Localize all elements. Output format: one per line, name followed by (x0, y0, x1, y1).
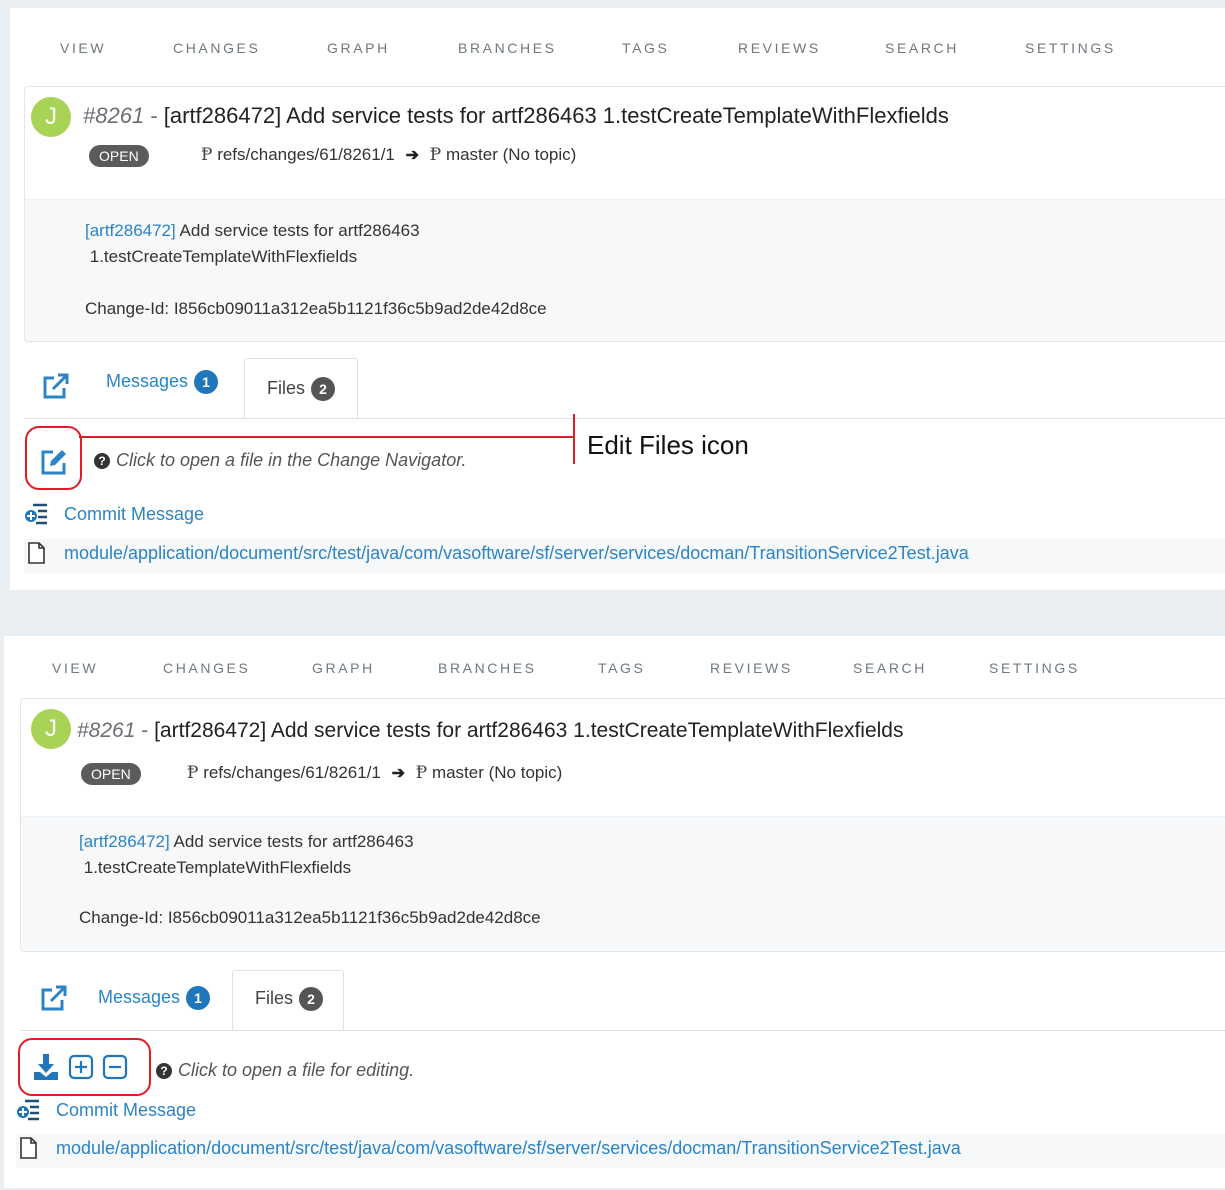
nav-graph[interactable]: GRAPH (312, 660, 375, 676)
branch-icon: Ᵽ (415, 763, 428, 783)
list-item[interactable]: module/application/document/src/test/jav… (16, 1134, 1225, 1168)
target-ref[interactable]: master (No topic) (432, 763, 562, 782)
commit-text: [artf286472] Add service tests for artf2… (79, 829, 541, 931)
external-link-icon[interactable] (38, 370, 72, 404)
nav-tags[interactable]: TAGS (622, 40, 669, 56)
messages-count-badge: 1 (186, 986, 211, 1010)
commit-message-icon (17, 1099, 39, 1121)
top-nav: VIEW CHANGES GRAPH BRANCHES TAGS REVIEWS… (10, 8, 1225, 80)
arrow-right-icon: ➔ (391, 765, 406, 782)
file-icon (20, 1137, 37, 1159)
file-link[interactable]: module/application/document/src/test/jav… (64, 543, 969, 564)
source-ref[interactable]: refs/changes/61/8261/1 (217, 145, 395, 164)
files-hint-text: Click to open a file in the Change Navig… (116, 450, 467, 470)
files-count-badge: 2 (299, 987, 324, 1011)
status-badge: OPEN (81, 763, 141, 785)
nav-view[interactable]: VIEW (60, 40, 106, 56)
change-title: [artf286472] Add service tests for artf2… (154, 719, 904, 742)
commit-line2: 1.testCreateTemplateWithFlexfields (83, 858, 352, 877)
tab-files[interactable]: Files 2 (244, 358, 358, 418)
nav-reviews[interactable]: REVIEWS (710, 660, 793, 676)
files-hint-text: Click to open a file for editing. (178, 1060, 415, 1080)
change-card: J #8261 - [artf286472] Add service tests… (20, 698, 1225, 952)
nav-search[interactable]: SEARCH (853, 660, 927, 676)
files-count-badge: 2 (311, 377, 336, 401)
file-link[interactable]: module/application/document/src/test/jav… (56, 1138, 961, 1159)
files-hint: ? Click to open a file for editing. (156, 1060, 414, 1081)
ref-info: Ᵽ refs/changes/61/8261/1 ➔ Ᵽ master (No … (201, 145, 576, 165)
annotation-line (79, 436, 575, 438)
question-icon: ? (94, 453, 110, 469)
annotation-label: Edit Files icon (587, 430, 749, 460)
target-ref[interactable]: master (No topic) (446, 145, 576, 164)
avatar[interactable]: J (31, 709, 71, 749)
commit-message-link[interactable]: Commit Message (64, 504, 204, 525)
commit-message-icon (25, 503, 47, 525)
list-item[interactable]: Commit Message (16, 1096, 1225, 1130)
ref-info: Ᵽ refs/changes/61/8261/1 ➔ Ᵽ master (No … (187, 763, 562, 783)
branch-icon: Ᵽ (429, 145, 442, 165)
change-id: Change-Id: I856cb09011a312ea5b1121f36c5b… (85, 299, 547, 318)
messages-count-badge: 1 (194, 370, 219, 394)
status-badge: OPEN (89, 145, 149, 167)
change-title: [artf286472] Add service tests for artf2… (163, 103, 949, 128)
arrow-right-icon: ➔ (405, 147, 420, 164)
nav-reviews[interactable]: REVIEWS (738, 40, 821, 56)
list-item[interactable]: Commit Message (24, 500, 1225, 534)
nav-search[interactable]: SEARCH (885, 40, 959, 56)
nav-view[interactable]: VIEW (52, 660, 98, 676)
files-toolbar: ? Click to open a file for editing. (16, 1036, 1225, 1094)
toolbar-highlight (18, 1038, 151, 1096)
nav-changes[interactable]: CHANGES (163, 660, 250, 676)
commit-text: [artf286472] Add service tests for artf2… (85, 218, 547, 322)
change-number[interactable]: #8261 (77, 719, 135, 742)
edit-files-highlight (25, 426, 82, 490)
tab-files-label: Files (255, 987, 294, 1008)
commit-line2: 1.testCreateTemplateWithFlexfields (89, 247, 358, 266)
annotation-line-cap (573, 414, 575, 464)
change-title-line: #8261 - [artf286472] Add service tests f… (77, 719, 903, 743)
list-item[interactable]: module/application/document/src/test/jav… (24, 539, 1225, 573)
nav-branches[interactable]: BRANCHES (458, 40, 557, 56)
tab-files-label: Files (267, 377, 306, 398)
question-icon: ? (156, 1063, 172, 1079)
change-header: J #8261 - [artf286472] Add service tests… (21, 699, 1225, 811)
artifact-link[interactable]: [artf286472] (79, 832, 170, 851)
tab-messages[interactable]: Messages 1 (98, 986, 211, 1010)
external-link-icon[interactable] (36, 982, 70, 1016)
nav-changes[interactable]: CHANGES (173, 40, 260, 56)
commit-line1: Add service tests for artf286463 (169, 832, 414, 851)
tab-messages[interactable]: Messages 1 (106, 370, 219, 394)
change-panel-navigator: VIEW CHANGES GRAPH BRANCHES TAGS REVIEWS… (10, 8, 1225, 590)
branch-icon: Ᵽ (187, 763, 199, 783)
tab-messages-label: Messages (98, 986, 181, 1007)
files-hint: ? Click to open a file in the Change Navi… (94, 450, 467, 471)
branch-icon: Ᵽ (201, 145, 213, 165)
detail-tabs: Messages 1 Files 2 (24, 358, 1225, 419)
artifact-link[interactable]: [artf286472] (85, 221, 176, 240)
nav-branches[interactable]: BRANCHES (438, 660, 537, 676)
change-panel-editing: VIEW CHANGES GRAPH BRANCHES TAGS REVIEWS… (4, 636, 1225, 1188)
commit-message-body: [artf286472] Add service tests for artf2… (25, 199, 1225, 341)
change-id: Change-Id: I856cb09011a312ea5b1121f36c5b… (79, 908, 541, 927)
nav-settings[interactable]: SETTINGS (1025, 40, 1116, 56)
nav-settings[interactable]: SETTINGS (989, 660, 1080, 676)
tab-files[interactable]: Files 2 (232, 970, 344, 1030)
commit-message-link[interactable]: Commit Message (56, 1100, 196, 1121)
source-ref[interactable]: refs/changes/61/8261/1 (203, 763, 381, 782)
file-icon (28, 542, 45, 564)
change-title-line: #8261 - [artf286472] Add service tests f… (83, 103, 949, 129)
avatar[interactable]: J (31, 97, 71, 137)
change-header: J #8261 - [artf286472] Add service tests… (25, 87, 1225, 199)
commit-message-body: [artf286472] Add service tests for artf2… (21, 816, 1225, 951)
change-card: J #8261 - [artf286472] Add service tests… (24, 86, 1225, 342)
commit-line1: Add service tests for artf286463 (175, 221, 420, 240)
change-number[interactable]: #8261 (83, 103, 144, 128)
title-separator: - (141, 719, 149, 742)
detail-tabs: Messages 1 Files 2 (20, 970, 1225, 1031)
nav-graph[interactable]: GRAPH (327, 40, 390, 56)
tab-messages-label: Messages (106, 370, 189, 391)
title-separator: - (150, 103, 158, 128)
nav-tags[interactable]: TAGS (598, 660, 645, 676)
